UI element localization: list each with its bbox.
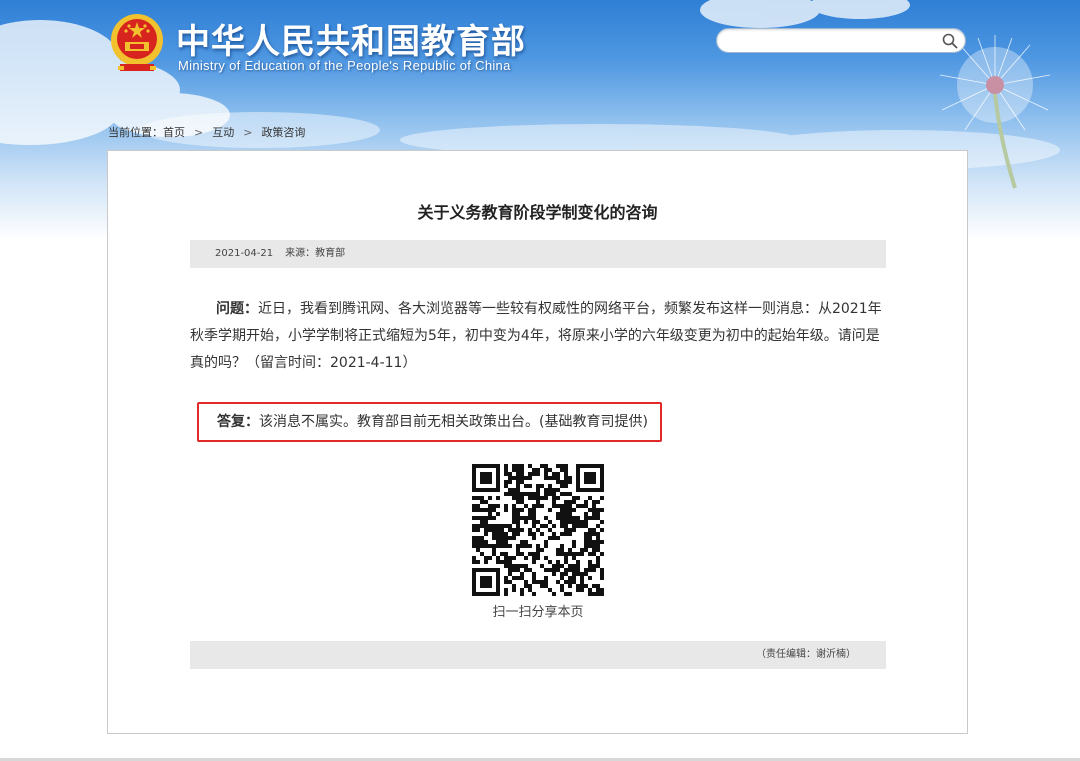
question-text: 近日，我看到腾讯网、各大浏览器等一些较有权威性的网络平台，频繁发布这样一则消息：…: [190, 301, 882, 371]
responsible-editor: （责任编辑：谢沂楠）: [756, 649, 856, 660]
qr-caption: 扫一扫分享本页: [492, 605, 584, 620]
breadcrumb: 当前位置：首页 > 互动 > 政策咨询: [108, 124, 305, 140]
article-source-label: 来源：: [285, 248, 316, 259]
answer-text: 该消息不属实。教育部目前无相关政策出台。(基础教育司提供): [259, 414, 648, 430]
breadcrumb-interaction-link[interactable]: 互动: [212, 126, 234, 139]
breadcrumb-policy-consult-link[interactable]: 政策咨询: [261, 126, 305, 139]
national-emblem-icon: [111, 14, 163, 71]
answer-highlight-box: 答复：该消息不属实。教育部目前无相关政策出台。(基础教育司提供): [197, 402, 662, 442]
qr-code-icon: [472, 464, 604, 596]
article-date: 2021-04-21: [215, 248, 274, 259]
breadcrumb-separator: >: [194, 126, 204, 139]
site-title: 中华人民共和国教育部: [176, 22, 526, 62]
breadcrumb-home-link[interactable]: 首页: [163, 126, 185, 139]
search-icon[interactable]: [941, 32, 959, 50]
article-source: 教育部: [315, 248, 346, 259]
answer-label: 答复：: [217, 414, 259, 430]
breadcrumb-separator: >: [243, 126, 253, 139]
site-subtitle: Ministry of Education of the People's Re…: [178, 58, 511, 73]
question-label: 问题：: [216, 301, 258, 317]
article-title: 关于义务教育阶段学制变化的咨询: [417, 203, 658, 222]
article-container: 关于义务教育阶段学制变化的咨询 2021-04-21 来源：教育部 问题：近日，我…: [107, 150, 968, 734]
article-meta-bar: 2021-04-21 来源：教育部: [190, 240, 886, 268]
question-paragraph: 问题：近日，我看到腾讯网、各大浏览器等一些较有权威性的网络平台，频繁发布这样一则…: [190, 296, 890, 377]
search-input[interactable]: [727, 31, 941, 52]
search-box[interactable]: [716, 28, 966, 53]
editor-bar: （责任编辑：谢沂楠）: [190, 641, 886, 669]
breadcrumb-label: 当前位置：: [108, 126, 163, 139]
